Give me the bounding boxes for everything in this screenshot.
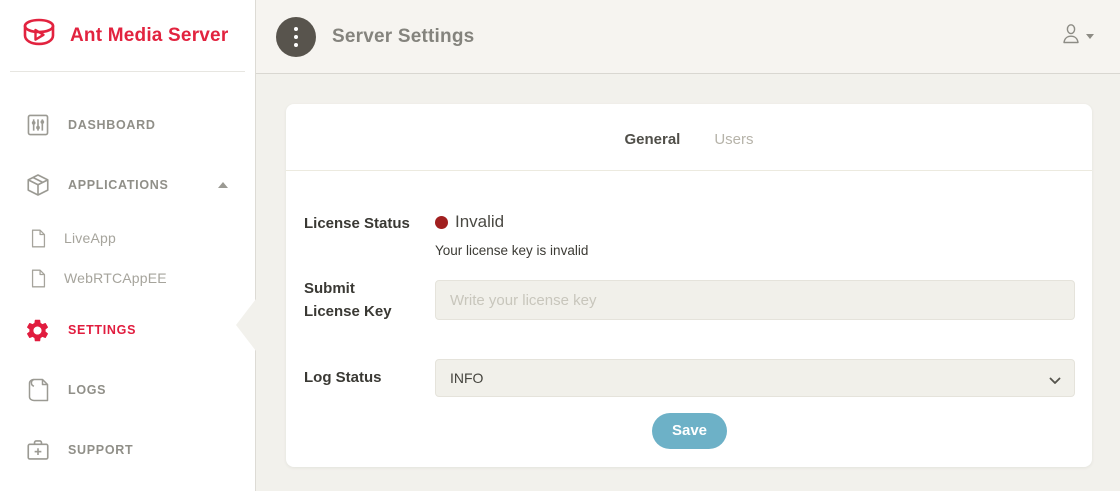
- sidebar-item-label: SETTINGS: [68, 323, 136, 337]
- status-dot-icon: [435, 216, 448, 229]
- log-status-select[interactable]: INFO: [435, 359, 1075, 397]
- log-status-label: Log Status: [304, 369, 435, 386]
- sidebar-item-liveapp[interactable]: LiveApp: [0, 218, 255, 258]
- tab-users[interactable]: Users: [714, 131, 753, 148]
- sidebar-item-dashboard[interactable]: DASHBOARD: [0, 95, 255, 155]
- header: Server Settings: [256, 0, 1120, 74]
- sidebar-item-applications[interactable]: APPLICATIONS: [0, 155, 255, 215]
- license-status-label: License Status: [304, 215, 435, 258]
- support-icon: [24, 437, 51, 463]
- chevron-down-icon: [1086, 34, 1094, 39]
- sidebar-item-label: WebRTCAppEE: [64, 270, 167, 286]
- license-status-value: Invalid: [455, 212, 504, 232]
- tab-general[interactable]: General: [624, 131, 680, 148]
- sidebar-item-settings[interactable]: SETTINGS: [0, 300, 255, 360]
- sidebar-item-support[interactable]: SUPPORT: [0, 420, 255, 480]
- license-status-value-block: Invalid Your license key is invalid: [435, 215, 588, 258]
- user-menu[interactable]: [1060, 22, 1094, 51]
- tab-bar: General Users: [286, 104, 1092, 171]
- applications-icon: [24, 172, 51, 198]
- license-status-line: Invalid: [435, 212, 588, 232]
- license-key-label: Submit License Key: [304, 277, 435, 324]
- settings-card: General Users License Status Invalid You…: [286, 104, 1092, 467]
- user-icon: [1060, 22, 1082, 51]
- file-icon: [29, 229, 47, 248]
- sidebar-item-webrtcappee[interactable]: WebRTCAppEE: [0, 258, 255, 298]
- page-title: Server Settings: [332, 26, 474, 48]
- main-area: Server Settings General Users: [256, 0, 1120, 491]
- license-status-helper: Your license key is invalid: [435, 243, 588, 258]
- kebab-menu-icon[interactable]: [276, 17, 316, 57]
- ant-media-logo-icon: [19, 15, 59, 57]
- logs-icon: [24, 377, 51, 403]
- app-window: Ant Media Server DASHBOARD: [0, 0, 1120, 491]
- sidebar-item-logs[interactable]: LOGS: [0, 360, 255, 420]
- file-icon: [29, 269, 47, 288]
- sidebar-item-label: SUPPORT: [68, 443, 133, 457]
- sidebar-item-label: APPLICATIONS: [68, 178, 169, 192]
- dashboard-icon: [24, 112, 51, 138]
- chevron-up-icon[interactable]: [218, 182, 228, 188]
- brand-logo[interactable]: Ant Media Server: [10, 0, 245, 72]
- sidebar-item-label: LiveApp: [64, 230, 116, 246]
- license-key-input[interactable]: [435, 280, 1075, 320]
- content-area: General Users License Status Invalid You…: [256, 74, 1120, 491]
- save-button[interactable]: Save: [652, 413, 727, 449]
- log-status-row: Log Status INFO: [304, 359, 1075, 397]
- active-item-notch: [236, 299, 256, 351]
- log-status-select-wrap: INFO: [435, 359, 1075, 397]
- brand-name: Ant Media Server: [70, 25, 228, 47]
- gear-icon: [24, 317, 51, 344]
- license-status-row: License Status Invalid Your license key …: [304, 215, 1075, 258]
- save-row: Save: [304, 413, 1075, 449]
- license-key-row: Submit License Key: [304, 277, 1075, 324]
- sidebar-nav: DASHBOARD APPLICATIONS: [0, 72, 255, 480]
- settings-form: License Status Invalid Your license key …: [286, 215, 1092, 449]
- sidebar-item-label: DASHBOARD: [68, 118, 156, 132]
- sidebar-item-label: LOGS: [68, 383, 106, 397]
- sidebar: Ant Media Server DASHBOARD: [0, 0, 256, 491]
